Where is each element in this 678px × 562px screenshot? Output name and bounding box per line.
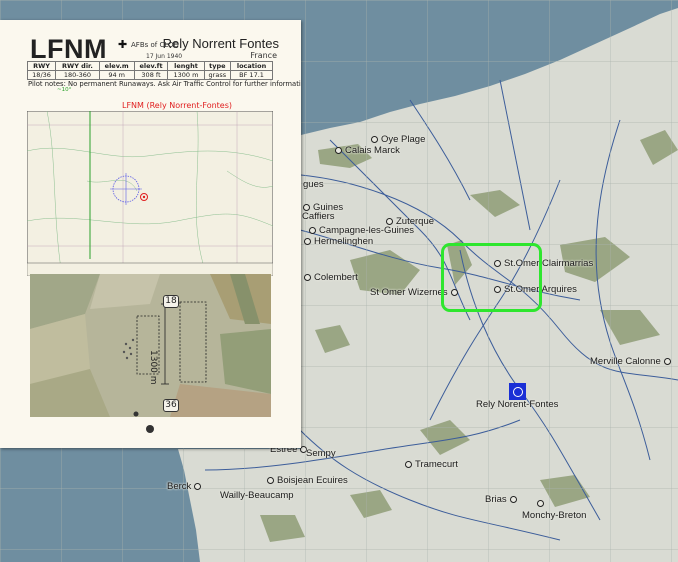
town-label: Brias <box>485 494 507 505</box>
town-label: Merville Calonne <box>590 356 661 367</box>
town-merville-calonne[interactable]: Merville Calonne <box>590 357 671 367</box>
table-header: RWY <box>26 61 57 71</box>
town-label: Guines <box>313 202 344 213</box>
topo-map <box>27 111 273 276</box>
table-header: type <box>203 61 232 71</box>
table-header: location <box>230 61 273 71</box>
town-boisjean-ecuires[interactable]: Boisjean Ecuires <box>267 476 348 486</box>
town-partial-caffiers: Caffiers <box>302 212 335 222</box>
runway-length-label: 1300 m <box>148 350 158 385</box>
town-label: gues <box>303 179 324 190</box>
table-cell: BF 17.1 <box>230 70 273 80</box>
town-label: Colembert <box>314 272 358 283</box>
table-header-row: RWY RWY dir. elev.m elev.ft lenght type … <box>26 61 273 71</box>
airfield-marker-icon[interactable] <box>509 383 526 400</box>
town-label: Calais Marck <box>345 145 400 156</box>
town-dot-icon <box>405 461 412 469</box>
town-dot-icon <box>509 496 517 504</box>
town-tramecurt[interactable]: Tramecurt <box>405 460 458 470</box>
table-cell: 180-360 <box>55 70 100 80</box>
town-campagne-les-guines[interactable]: Campagne-les-Guines <box>309 226 414 236</box>
airfield-card[interactable]: LFNM ✚ AFBs of CLOD 17 Jun 1940 Rely Nor… <box>0 20 301 448</box>
card-date: 17 Jun 1940 <box>146 53 183 60</box>
table-cell: grass <box>203 70 232 80</box>
topo-airfield-label: LFNM (Rely Norrent-Fontes) <box>122 101 233 110</box>
town-label: Caffiers <box>302 211 335 222</box>
town-monchy-breton-label: Monchy-Breton <box>522 511 586 521</box>
card-airfield-name: Rely Norrent Fontes <box>162 36 279 51</box>
town-dot-icon <box>194 483 202 491</box>
town-dot-icon <box>371 136 378 144</box>
town-label: Berck <box>167 481 192 492</box>
table-cell: 1300 m <box>167 70 205 80</box>
table-header: elev.m <box>98 61 135 71</box>
card-country: France <box>250 51 277 60</box>
aerial-photo <box>30 274 271 417</box>
town-label: Oye Plage <box>381 134 426 145</box>
town-label: Hermelinghen <box>314 236 374 247</box>
town-dot-icon <box>304 274 311 282</box>
town-dot-icon <box>663 358 671 366</box>
table-cell: 94 m <box>98 70 135 80</box>
table-cell: 18/36 <box>26 70 57 80</box>
town-dot-icon <box>303 204 310 212</box>
table-row: 18/36 180-360 94 m 308 ft 1300 m grass B… <box>26 70 273 80</box>
town-label: Tramecurt <box>415 459 458 470</box>
town-guines[interactable]: Guines <box>303 203 343 213</box>
town-hermelinghen[interactable]: Hermelinghen <box>304 237 373 247</box>
topo-angle-label: ~10° <box>57 87 72 93</box>
cross-icon: ✚ <box>118 38 128 51</box>
runway-18-badge: 18 <box>163 295 179 308</box>
town-label: Campagne-les-Guines <box>319 225 415 236</box>
town-dot-icon <box>304 238 311 246</box>
town-label: Monchy-Breton <box>522 510 587 521</box>
runway-36-badge: 36 <box>163 399 179 412</box>
town-calais-marck[interactable]: Calais Marck <box>335 146 400 156</box>
town-berck[interactable]: Berck <box>167 481 202 492</box>
town-brias[interactable]: Brias <box>485 495 517 505</box>
town-label: Wailly-Beaucamp <box>220 490 294 501</box>
town-label: Rely Norent-Fontes <box>476 399 559 410</box>
town-dot-icon <box>309 227 316 235</box>
runway-table: RWY RWY dir. elev.m elev.ft lenght type … <box>26 61 273 80</box>
table-header: lenght <box>167 61 205 71</box>
town-rely-norrent-fontes[interactable]: Rely Norent-Fontes <box>476 400 558 410</box>
table-header: RWY dir. <box>55 61 100 71</box>
town-oye-plage[interactable]: Oye Plage <box>371 135 425 145</box>
town-dot-icon <box>335 147 342 155</box>
town-colembert[interactable]: Colembert <box>304 273 358 283</box>
table-cell: 308 ft <box>133 70 169 80</box>
town-monchy-breton[interactable] <box>537 500 544 507</box>
st-omer-highlight <box>441 243 542 312</box>
town-label: Boisjean Ecuires <box>277 475 348 486</box>
town-sempy[interactable]: Sempy <box>306 449 336 459</box>
town-label: Sempy <box>306 448 336 459</box>
town-partial-gues: gues <box>303 180 324 190</box>
table-header: elev.ft <box>133 61 169 71</box>
town-dot-icon <box>537 500 544 507</box>
town-wailly-beaucamp[interactable]: Wailly-Beaucamp <box>220 491 294 501</box>
compass-icon <box>146 425 154 433</box>
town-label: St Omer Wizernes <box>370 287 448 298</box>
town-dot-icon <box>267 477 274 485</box>
